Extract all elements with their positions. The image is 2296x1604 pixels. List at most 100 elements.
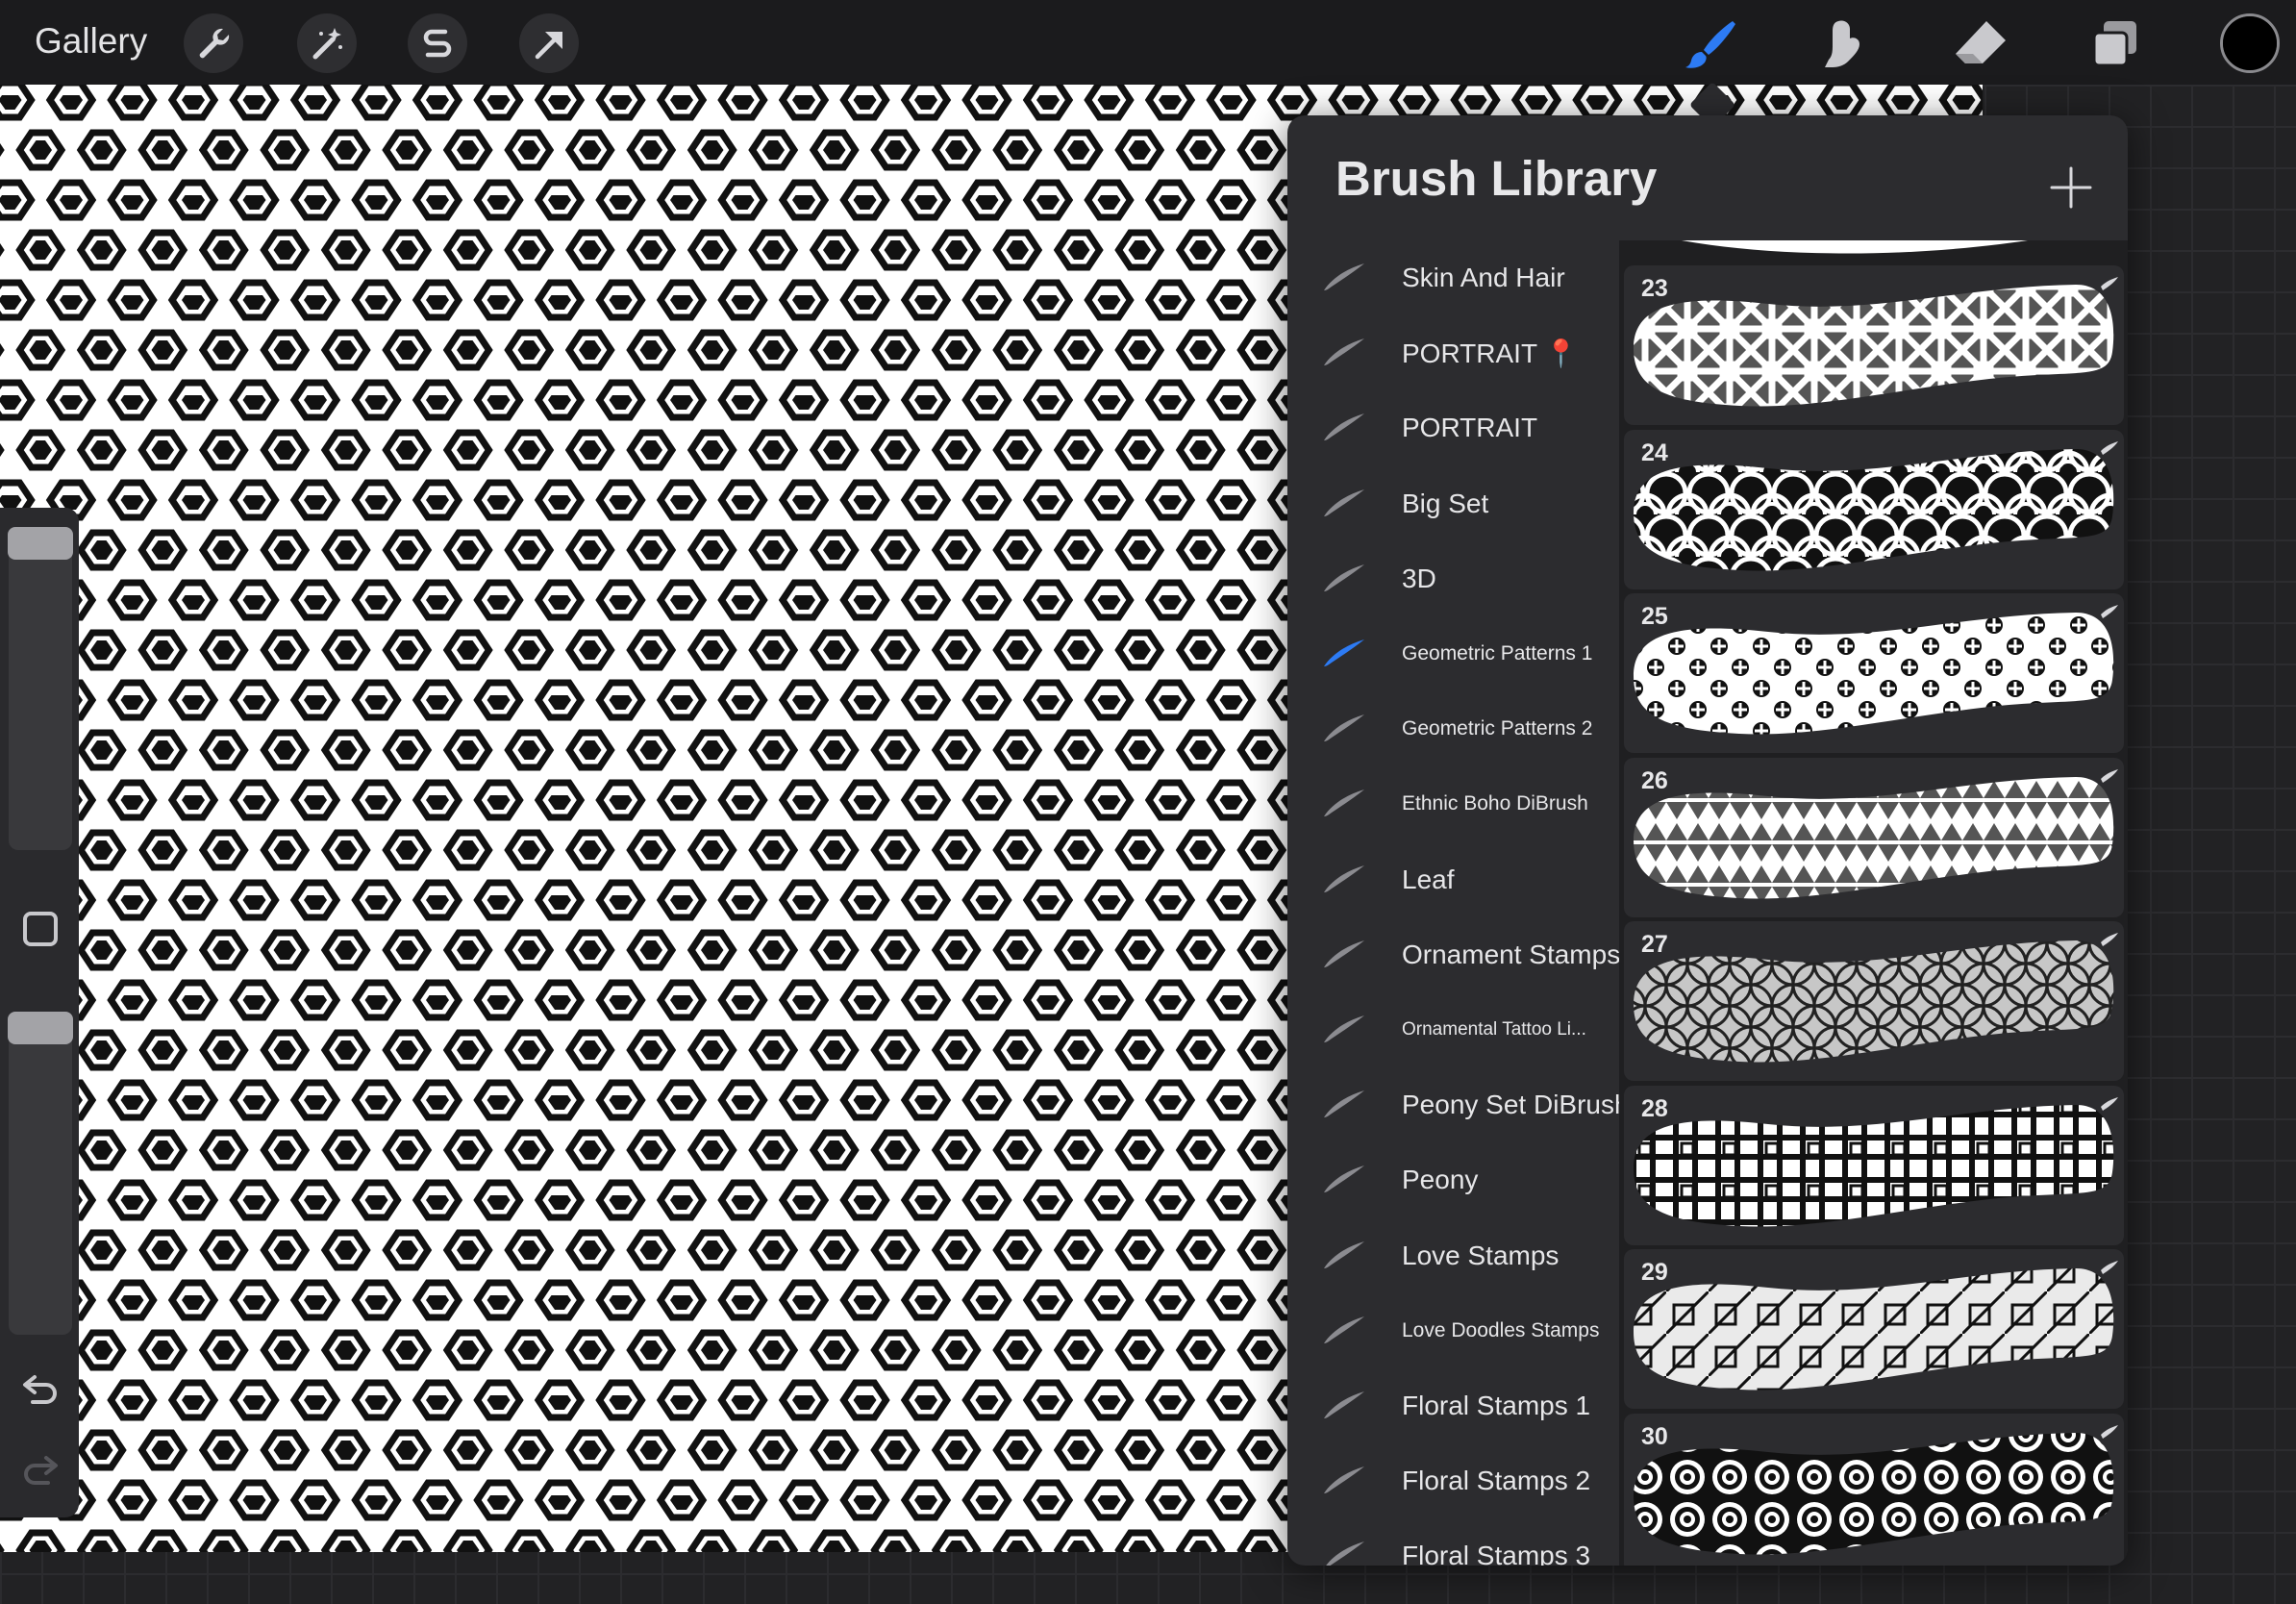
brush-set-item[interactable]: Floral Stamps 3 (1287, 1518, 1619, 1566)
transform-button[interactable] (519, 13, 579, 73)
brush-set-label: Ornamental Tattoo Li... (1402, 1019, 1586, 1040)
brush-set-item[interactable]: Skin And Hair (1287, 240, 1619, 315)
brush-list[interactable]: 23 24 25 26 27 28 29 30 (1619, 240, 2128, 1566)
transform-arrow-icon (535, 32, 562, 60)
brush-card[interactable]: 30 (1624, 1413, 2124, 1566)
color-picker-swatch[interactable] (2220, 13, 2280, 73)
current-color-fill (2223, 16, 2277, 70)
brush-card[interactable]: 25 (1624, 593, 2124, 753)
brush-set-item[interactable]: Big Set (1287, 466, 1619, 541)
brush-stroke-preview (1634, 440, 2118, 570)
brush-set-item[interactable]: Geometric Patterns 2 (1287, 691, 1619, 766)
brush-set-label: Floral Stamps 3 (1402, 1541, 1591, 1566)
brush-set-item[interactable]: Geometric Patterns 1 (1287, 616, 1619, 691)
brush-set-item[interactable]: PORTRAIT 📍 (1287, 315, 1619, 390)
brush-number: 25 (1641, 603, 1668, 630)
brush-set-stroke-icon (1324, 1015, 1364, 1042)
brush-set-item[interactable]: Love Stamps (1287, 1218, 1619, 1293)
brush-set-label: Ethnic Boho DiBrush (1402, 792, 1588, 815)
brush-number: 24 (1641, 439, 1668, 466)
brush-set-stroke-icon (1324, 263, 1364, 290)
wrench-icon (199, 28, 230, 59)
brush-stroke-preview (1634, 277, 2118, 407)
brush-set-stroke-icon (1324, 489, 1364, 516)
brush-set-item[interactable]: Peony Set DiBrush (1287, 1067, 1630, 1142)
brush-set-item[interactable]: PORTRAIT (1287, 390, 1619, 465)
brush-opacity-knob[interactable] (8, 1012, 73, 1044)
brush-stroke-preview (1634, 605, 2118, 735)
eraser-tool-button[interactable] (1950, 13, 2011, 75)
brush-number: 30 (1641, 1422, 1668, 1450)
brush-stroke-preview (1634, 1424, 2118, 1554)
brush-set-label: Love Stamps (1402, 1240, 1560, 1270)
brush-card-partial[interactable] (1624, 240, 2124, 260)
brush-set-stroke-icon (1324, 414, 1364, 441)
brush-number: 26 (1641, 766, 1668, 794)
brush-set-label: Floral Stamps 2 (1402, 1466, 1591, 1496)
brush-opacity-slider[interactable] (8, 1012, 73, 1335)
brush-set-item[interactable]: Floral Stamps 2 (1287, 1443, 1619, 1518)
brush-set-stroke-icon (1324, 865, 1364, 892)
gallery-button[interactable]: Gallery (35, 17, 147, 65)
brush-icon (1685, 21, 1735, 68)
modify-square-icon[interactable] (23, 912, 58, 946)
brush-set-item[interactable]: Ornament Stamps (1287, 917, 1621, 992)
brush-tool-button[interactable] (1681, 13, 1742, 75)
brush-set-label: Big Set (1402, 488, 1489, 518)
adjustments-button[interactable] (297, 13, 357, 73)
actions-button[interactable] (184, 13, 243, 73)
brush-card[interactable]: 27 (1624, 921, 2124, 1081)
partial-brush-stroke (1682, 240, 2028, 254)
brush-set-label: Love Doodles Stamps (1402, 1318, 1600, 1341)
brush-set-stroke-icon (1324, 1466, 1364, 1494)
brush-set-item[interactable]: Peony (1287, 1142, 1619, 1217)
add-brush-set-button[interactable] (2037, 154, 2105, 221)
brush-set-stroke-icon (1324, 1391, 1364, 1418)
brush-set-stroke-icon (1324, 1316, 1364, 1343)
brush-card[interactable]: 29 (1624, 1249, 2124, 1409)
brush-set-label: Ornament Stamps (1402, 939, 1621, 969)
brush-set-item[interactable]: Love Doodles Stamps (1287, 1293, 1619, 1368)
brush-stroke-preview (1634, 1096, 2118, 1226)
brush-card[interactable]: 26 (1624, 757, 2124, 917)
brush-number: 28 (1641, 1094, 1668, 1122)
magic-wand-icon (312, 28, 342, 60)
brush-stroke-preview (1634, 933, 2118, 1063)
brush-set-label: Floral Stamps 1 (1402, 1391, 1591, 1420)
brush-stroke-preview (1634, 768, 2118, 898)
panel-title: Brush Library (1335, 151, 1658, 206)
brush-set-item[interactable]: Ethnic Boho DiBrush (1287, 766, 1619, 841)
brush-set-item[interactable]: 3D (1287, 541, 1619, 616)
brush-size-knob[interactable] (8, 527, 73, 560)
brush-card[interactable]: 24 (1624, 429, 2124, 589)
brush-set-label: Skin And Hair (1402, 263, 1565, 292)
brush-set-stroke-icon (1324, 639, 1364, 666)
smudge-tool-button[interactable] (1815, 13, 1877, 75)
brush-set-label: Geometric Patterns 1 (1402, 642, 1593, 664)
brush-number: 23 (1641, 275, 1668, 302)
brush-library-panel: Brush Library Skin And Hair PORTRAIT 📍 POR… (1287, 115, 2128, 1566)
brush-set-label: Peony Set DiBrush (1402, 1090, 1630, 1120)
layers-button[interactable] (2084, 13, 2146, 75)
brush-set-stroke-icon (1324, 714, 1364, 742)
redo-button[interactable] (19, 1448, 62, 1491)
undo-button[interactable] (19, 1367, 62, 1410)
brush-set-stroke-icon (1326, 1541, 1364, 1566)
undo-icon (23, 1375, 57, 1404)
brush-set-item[interactable]: Ornamental Tattoo Li... (1287, 992, 1619, 1067)
brush-set-label: 3D (1402, 563, 1436, 593)
brush-set-label: Peony (1402, 1165, 1479, 1195)
brush-size-slider[interactable] (8, 527, 73, 850)
brush-card[interactable]: 28 (1624, 1085, 2124, 1245)
brush-set-stroke-icon (1324, 1241, 1364, 1268)
brush-set-label: Geometric Patterns 2 (1402, 717, 1593, 740)
brush-set-stroke-icon (1324, 338, 1364, 366)
brush-stroke-preview (1634, 1261, 2118, 1391)
brush-set-stroke-icon (1324, 940, 1364, 967)
selection-button[interactable] (408, 13, 467, 73)
brush-card[interactable]: 23 (1624, 265, 2124, 425)
brush-set-list[interactable]: Skin And Hair PORTRAIT 📍 PORTRAIT Big Set 3D… (1287, 240, 1630, 1566)
brush-set-stroke-icon (1324, 1165, 1364, 1193)
brush-set-item[interactable]: Floral Stamps 1 (1287, 1368, 1619, 1443)
brush-set-item[interactable]: Leaf (1287, 842, 1619, 917)
